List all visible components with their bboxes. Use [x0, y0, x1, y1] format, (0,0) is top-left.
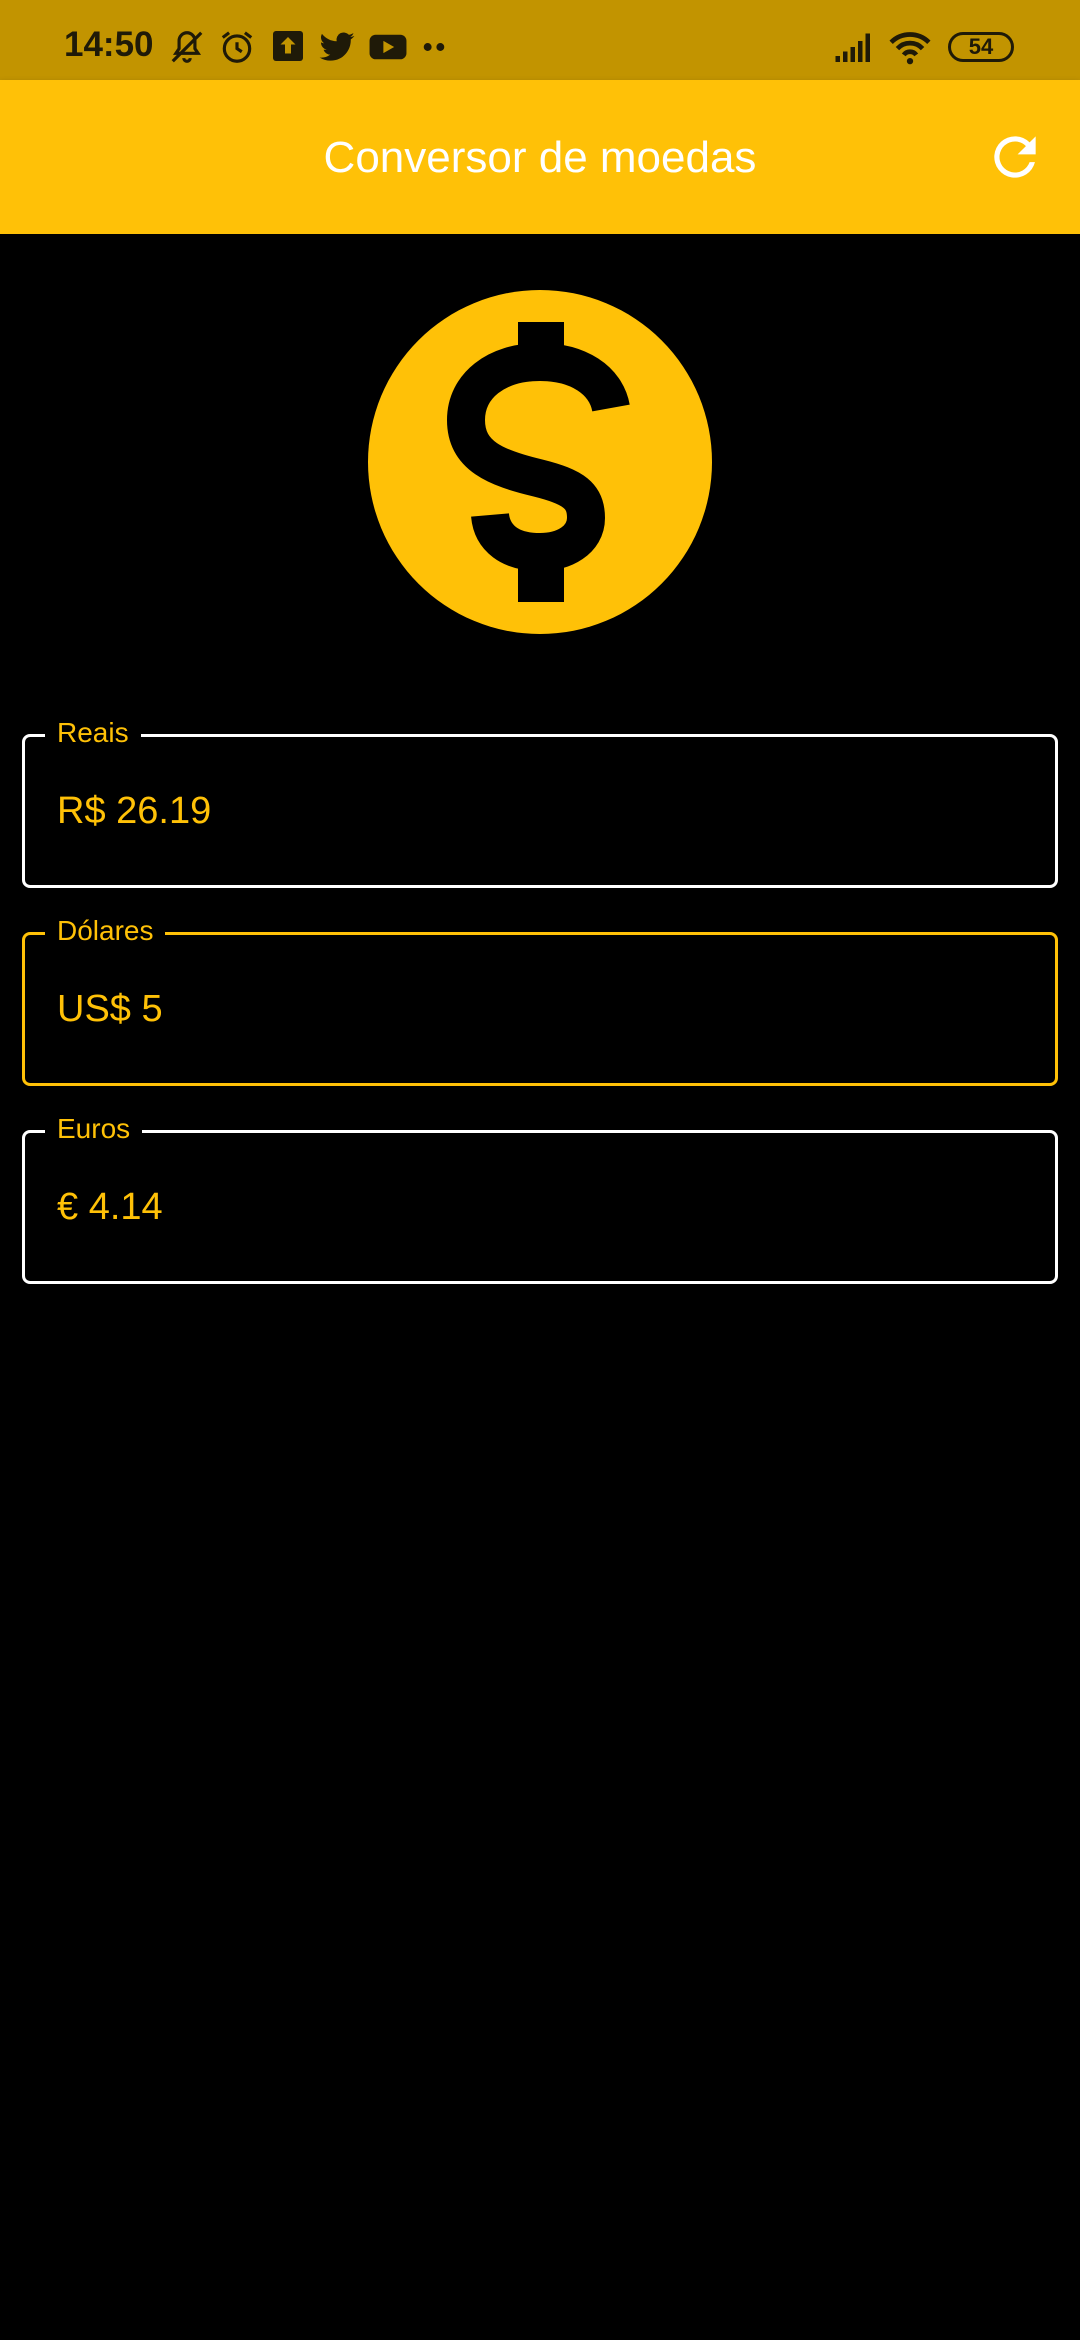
signal-icon [834, 28, 876, 68]
reais-value[interactable]: R$ 26.19 [57, 789, 211, 833]
page-title: Conversor de moedas [323, 133, 757, 182]
alarm-icon [218, 28, 256, 68]
euros-value[interactable]: € 4.14 [57, 1185, 163, 1229]
youtube-icon [368, 28, 408, 68]
dolares-field[interactable]: Dólares US$ 5 [22, 913, 1058, 1086]
reais-label: Reais [45, 715, 141, 751]
dollar-coin-icon [368, 290, 712, 634]
euros-label: Euros [45, 1111, 143, 1147]
upload-icon [270, 28, 306, 68]
status-bar: 14:50 54 [0, 0, 1080, 80]
mute-icon [168, 28, 206, 68]
euros-field[interactable]: Euros € 4.14 [22, 1111, 1058, 1284]
more-dots-icon [420, 28, 448, 68]
app-bar: Conversor de moedas [0, 80, 1080, 234]
refresh-button[interactable] [984, 126, 1046, 188]
twitter-icon [318, 28, 356, 68]
wifi-icon [888, 28, 932, 68]
status-time: 14:50 [64, 25, 154, 64]
dolares-value[interactable]: US$ 5 [57, 987, 163, 1031]
dolares-label: Dólares [45, 913, 166, 949]
battery-icon: 54 [948, 32, 1014, 62]
reais-field[interactable]: Reais R$ 26.19 [22, 715, 1058, 888]
refresh-icon [994, 136, 1036, 178]
